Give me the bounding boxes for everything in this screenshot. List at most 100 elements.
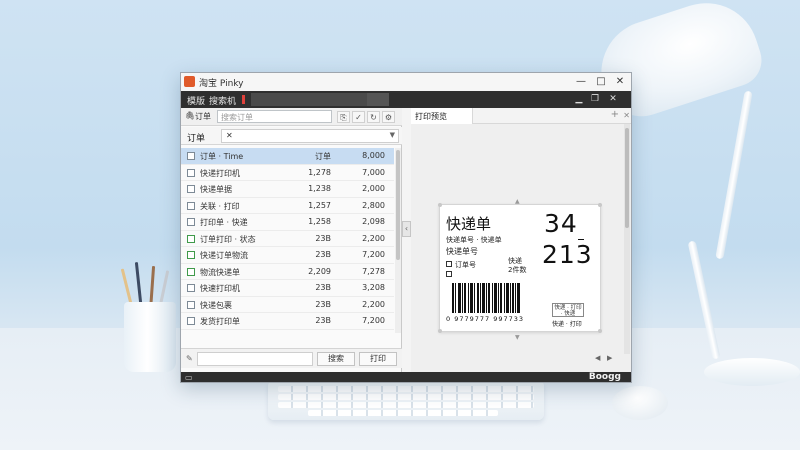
search-button[interactable]: 搜索 xyxy=(317,352,355,366)
tab-orders[interactable]: 订单 xyxy=(195,111,211,122)
row-number: 7,200 xyxy=(362,250,385,259)
window-title: 淘宝 Pinky xyxy=(199,79,244,89)
row-number: 2,098 xyxy=(362,217,385,226)
table-row[interactable]: 订单 · Time 订单 8,000 xyxy=(181,148,394,165)
quick-input[interactable] xyxy=(197,352,313,366)
row-name: 关联 · 打印 xyxy=(200,201,240,211)
table-row[interactable]: 快递打印机 1,278 7,000 xyxy=(181,165,394,181)
table-row[interactable]: 快递订单物流 23B 7,200 xyxy=(181,247,394,264)
menu-field-extra[interactable] xyxy=(367,93,389,106)
row-name: 发货打印单 xyxy=(200,317,240,326)
row-checkbox[interactable] xyxy=(187,185,195,193)
row-checkbox[interactable] xyxy=(187,317,195,325)
refresh-icon[interactable]: ↻ xyxy=(367,111,380,123)
label-subline-2: 快递单号 xyxy=(446,247,478,256)
filter-dropdown[interactable]: ✕ ▼ xyxy=(221,129,399,143)
table-row[interactable]: 打印单 · 快递 1,258 2,098 xyxy=(181,214,394,231)
table-row[interactable]: 发货打印单 23B 7,200 xyxy=(181,313,394,330)
row-name: 快递打印机 xyxy=(200,168,240,178)
resize-down-icon[interactable]: ▼ xyxy=(515,334,520,341)
table-row[interactable]: 订单打印 · 状态 23B 2,200 xyxy=(181,231,394,247)
close-button[interactable]: ✕ xyxy=(612,74,628,90)
settings-icon[interactable]: ⚙ xyxy=(382,111,395,123)
row-checkbox[interactable] xyxy=(187,168,195,177)
maximize-button[interactable]: □ xyxy=(593,74,609,90)
minimize-button[interactable]: — xyxy=(573,74,589,90)
filter-label: 订单 xyxy=(187,134,206,144)
add-tab-icon[interactable]: + xyxy=(611,109,619,120)
row-checkbox-checked[interactable] xyxy=(187,234,195,243)
row-number: 2,800 xyxy=(362,200,385,210)
row-name: 物流快递单 xyxy=(200,267,240,277)
search-input[interactable]: 搜索订单 xyxy=(217,110,332,123)
copy-icon[interactable]: ⎘ xyxy=(337,111,350,123)
order-list-panel: 🖇 订单 搜索订单 ⎘ ✓ ↻ ⚙ 订单 ✕ ▼ 订单 · Time 订单 8,… xyxy=(181,108,402,372)
row-checkbox[interactable] xyxy=(187,284,195,292)
app-window: 淘宝 Pinky — □ ✕ 模版 搜索机 ▁ ❐ ✕ 🖇 订单 搜索订单 ⎘ … xyxy=(180,72,632,383)
row-size: 订单 xyxy=(315,152,331,161)
row-checkbox[interactable] xyxy=(187,152,195,160)
row-size: 23B xyxy=(315,283,331,292)
row-number: 7,000 xyxy=(362,167,385,177)
next-page-icon[interactable]: ▶ xyxy=(607,354,612,362)
table-row[interactable]: 关联 · 打印 1,257 2,800 xyxy=(181,198,394,214)
lamp-arm xyxy=(715,90,753,260)
attach-icon: 🖇 xyxy=(185,111,196,120)
close-icon[interactable]: ✕ xyxy=(607,93,619,105)
status-window-icon: ▭ xyxy=(185,373,193,382)
scrollbar-thumb[interactable] xyxy=(396,150,400,260)
row-name: 快递包裹 xyxy=(200,300,232,310)
shipping-label: 快递单 34 213 快递单号 · 快递单 快递单号 订单号 快递 2件数 0 … xyxy=(438,203,602,333)
table-row[interactable]: 物流快递单 2,209 7,278 xyxy=(181,264,394,280)
row-size: 1,278 xyxy=(308,167,331,177)
filter-value: ✕ xyxy=(226,131,233,140)
list-scrollbar[interactable] xyxy=(395,148,401,333)
row-checkbox-checked[interactable] xyxy=(187,267,195,276)
row-number: 2,200 xyxy=(362,299,385,309)
preview-scrollbar[interactable] xyxy=(624,124,630,354)
check-icon[interactable]: ✓ xyxy=(352,111,365,123)
row-name: 订单打印 · 状态 xyxy=(200,234,256,244)
row-number: 7,278 xyxy=(362,266,385,276)
row-checkbox[interactable] xyxy=(187,218,195,226)
mouse xyxy=(612,386,668,420)
row-name: 订单 · Time xyxy=(200,152,244,161)
prev-page-icon[interactable]: ◀ xyxy=(595,354,600,362)
menu-address-field[interactable] xyxy=(251,93,381,106)
row-checkbox[interactable] xyxy=(187,300,195,309)
row-checkbox-checked[interactable] xyxy=(187,251,195,259)
menu-accent-marker xyxy=(242,95,245,104)
label-corner xyxy=(438,203,442,207)
row-size: 23B xyxy=(315,250,331,259)
row-size: 2,209 xyxy=(308,266,331,276)
close-tab-icon[interactable]: ✕ xyxy=(623,111,630,120)
label-stamp: 快递 · 打印 · 快递 xyxy=(552,303,584,317)
tab-print-preview[interactable]: 打印预览 xyxy=(411,108,473,124)
panel-splitter[interactable]: ‹ xyxy=(402,221,411,237)
table-row[interactable]: 快递包裹 23B 2,200 xyxy=(181,297,394,313)
restore-icon[interactable]: ❐ xyxy=(589,93,601,105)
row-number: 3,208 xyxy=(362,283,385,292)
lamp-base xyxy=(704,358,800,386)
minimize-icon[interactable]: ▁ xyxy=(573,93,585,105)
row-checkbox[interactable] xyxy=(187,201,195,210)
barcode xyxy=(452,283,520,313)
resize-up-icon[interactable]: ▲ xyxy=(515,198,520,205)
label-big-number-bottom: 213 xyxy=(542,240,593,269)
scrollbar-thumb[interactable] xyxy=(625,128,629,228)
menu-item-templates[interactable]: 模版 xyxy=(187,94,205,107)
label-title: 快递单 xyxy=(446,215,492,233)
row-size: 1,238 xyxy=(308,184,331,193)
table-row[interactable]: 快速打印机 23B 3,208 xyxy=(181,280,394,297)
table-row[interactable]: 快递单据 1,238 2,000 xyxy=(181,181,394,198)
menu-item-search[interactable]: 搜索机 xyxy=(209,94,236,107)
order-list: 订单 · Time 订单 8,000 快递打印机 1,278 7,000 快递单… xyxy=(181,148,394,330)
barcode-number: 0 9779777 997733 xyxy=(446,315,525,323)
label-checkbox xyxy=(446,271,452,277)
menu-bar: 模版 搜索机 ▁ ❐ ✕ xyxy=(181,91,631,108)
print-button[interactable]: 打印 xyxy=(359,352,397,366)
title-bar: 淘宝 Pinky — □ ✕ xyxy=(181,73,631,91)
label-field-c: 2件数 xyxy=(508,266,527,274)
preview-tab-bar: 打印预览 + ✕ xyxy=(411,108,631,124)
edit-icon: ✎ xyxy=(186,354,193,363)
